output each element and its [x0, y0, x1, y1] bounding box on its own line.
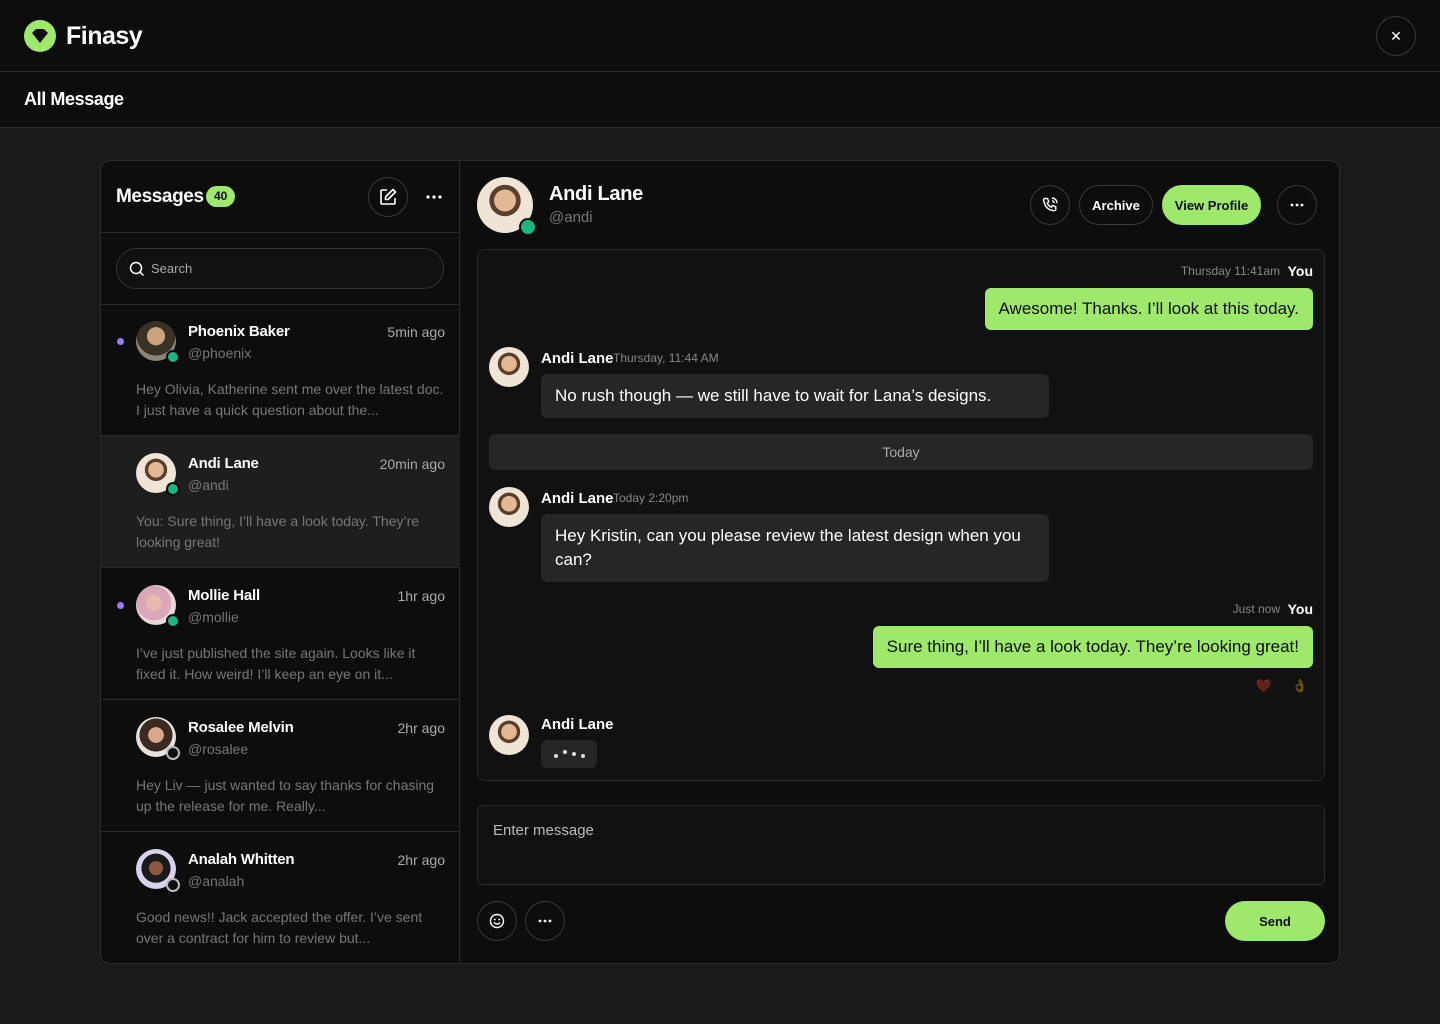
- message-sender: Andi Lane: [541, 490, 614, 507]
- message-timestamp: Thursday, 11:44 AM: [613, 351, 719, 365]
- more-horizontal-icon: [426, 195, 442, 199]
- contact-name: Analah Whitten: [188, 851, 295, 868]
- app-logo[interactable]: Finasy: [24, 20, 143, 52]
- message-time: 20min ago: [379, 456, 445, 472]
- logo-mark-icon: [24, 20, 56, 52]
- conversation-item[interactable]: Mollie Hall @mollie 1hr ago I’ve just pu…: [101, 568, 460, 700]
- contact-handle: @phoenix: [188, 345, 252, 361]
- avatar: [136, 585, 180, 628]
- outgoing-message-bubble: Sure thing, I’ll have a look today. They…: [872, 626, 1313, 668]
- avatar: [136, 717, 180, 760]
- message-sender: You: [1287, 263, 1313, 279]
- message-timestamp: Thursday 11:41am: [1180, 264, 1280, 278]
- online-status-indicator: [166, 350, 180, 364]
- avatar: [136, 849, 180, 892]
- message-preview: You: Sure thing, I’ll have a look today.…: [136, 513, 420, 550]
- search-section: [101, 233, 460, 305]
- message-time: 5min ago: [387, 324, 445, 340]
- view-profile-button[interactable]: View Profile: [1162, 185, 1261, 225]
- contact-handle: @andi: [188, 477, 229, 493]
- page-title: All Message: [24, 89, 124, 109]
- avatar: [136, 321, 180, 364]
- avatar: [489, 715, 529, 755]
- unread-dot: [117, 338, 124, 345]
- chat-header-avatar: [477, 177, 537, 236]
- close-icon: ✕: [1390, 27, 1402, 44]
- date-divider: Today: [489, 434, 1313, 470]
- edit-icon: [380, 188, 397, 205]
- archive-button[interactable]: Archive: [1079, 185, 1153, 225]
- message-preview: Hey Liv — just wanted to say thanks for …: [136, 777, 435, 814]
- message-preview: Hey Olivia, Katherine sent me over the l…: [136, 381, 444, 418]
- message-time: 2hr ago: [397, 720, 445, 736]
- message-time: 1hr ago: [397, 588, 445, 604]
- message-input[interactable]: [478, 806, 1324, 884]
- sidebar-more-button[interactable]: [422, 185, 446, 209]
- call-button[interactable]: [1030, 185, 1070, 225]
- compose-button[interactable]: [368, 177, 408, 217]
- message-time: 2hr ago: [397, 852, 445, 868]
- avatar: [489, 347, 529, 387]
- unread-dot: [117, 602, 124, 609]
- smiley-icon: [489, 913, 505, 929]
- phone-icon: [1042, 197, 1058, 212]
- chat-contact-handle: @andi: [549, 209, 593, 226]
- contact-name: Phoenix Baker: [188, 323, 290, 340]
- ok-hand-reaction-icon[interactable]: 👌: [1292, 678, 1308, 694]
- close-button[interactable]: ✕: [1376, 16, 1416, 56]
- search-icon: [129, 261, 145, 276]
- search-input[interactable]: [151, 261, 431, 276]
- send-button[interactable]: Send: [1225, 901, 1325, 941]
- sidebar-header: Messages 40: [101, 161, 460, 233]
- conversation-item[interactable]: Rosalee Melvin @rosalee 2hr ago Hey Liv …: [101, 700, 460, 832]
- message-preview: I’ve just published the site again. Look…: [136, 645, 416, 682]
- online-status-indicator: [519, 218, 537, 236]
- contact-handle: @rosalee: [188, 741, 249, 757]
- conversation-item-active[interactable]: Andi Lane @andi 20min ago You: Sure thin…: [101, 436, 460, 568]
- contact-handle: @mollie: [188, 609, 239, 625]
- contact-name: Rosalee Melvin: [188, 719, 294, 736]
- message-sender: Andi Lane: [541, 350, 614, 367]
- more-horizontal-icon: [1290, 203, 1304, 207]
- online-status-indicator: [166, 614, 180, 628]
- offline-status-indicator: [166, 746, 180, 760]
- chat-more-button[interactable]: [1277, 185, 1317, 225]
- conversation-sidebar: Messages 40 Phoenix Baker @phoenix: [101, 161, 460, 963]
- incoming-message-bubble: Hey Kristin, can you please review the l…: [541, 514, 1049, 582]
- message-timestamp: Just now: [1232, 602, 1280, 616]
- emoji-button[interactable]: [477, 901, 517, 941]
- message-count-badge: 40: [206, 186, 236, 207]
- page-header: All Message: [0, 72, 1440, 128]
- contact-name: Andi Lane: [188, 455, 259, 472]
- messages-panel: Messages 40 Phoenix Baker @phoenix: [100, 160, 1340, 964]
- outgoing-message-bubble: Awesome! Thanks. I’ll look at this today…: [984, 288, 1313, 330]
- more-horizontal-icon: [538, 919, 552, 923]
- chat-area: Andi Lane @andi Archive View Profile Thu…: [461, 161, 1339, 963]
- contact-handle: @analah: [188, 873, 245, 889]
- message-sender: You: [1287, 601, 1313, 617]
- sidebar-title: Messages: [116, 186, 204, 207]
- app-name: Finasy: [66, 21, 143, 50]
- message-sender: Andi Lane: [541, 716, 614, 733]
- chat-contact-name: Andi Lane: [549, 183, 643, 205]
- top-bar: Finasy ✕: [0, 0, 1440, 72]
- message-preview: Good news!! Jack accepted the offer. I’v…: [136, 909, 423, 946]
- avatar: [489, 487, 529, 527]
- incoming-message-bubble: No rush though — we still have to wait f…: [541, 374, 1049, 418]
- heart-reaction-icon[interactable]: ❤️: [1256, 678, 1272, 694]
- message-composer[interactable]: [477, 805, 1325, 885]
- typing-indicator: [541, 740, 597, 768]
- conversation-item[interactable]: Analah Whitten @analah 2hr ago Good news…: [101, 832, 460, 963]
- online-status-indicator: [166, 482, 180, 496]
- search-box[interactable]: [116, 248, 444, 289]
- message-thread: Thursday 11:41am You Awesome! Thanks. I’…: [477, 249, 1325, 781]
- composer-more-button[interactable]: [525, 901, 565, 941]
- offline-status-indicator: [166, 878, 180, 892]
- contact-name: Mollie Hall: [188, 587, 260, 604]
- message-timestamp: Today 2:20pm: [613, 491, 689, 505]
- avatar: [136, 453, 180, 496]
- conversation-item[interactable]: Phoenix Baker @phoenix 5min ago Hey Oliv…: [101, 304, 460, 436]
